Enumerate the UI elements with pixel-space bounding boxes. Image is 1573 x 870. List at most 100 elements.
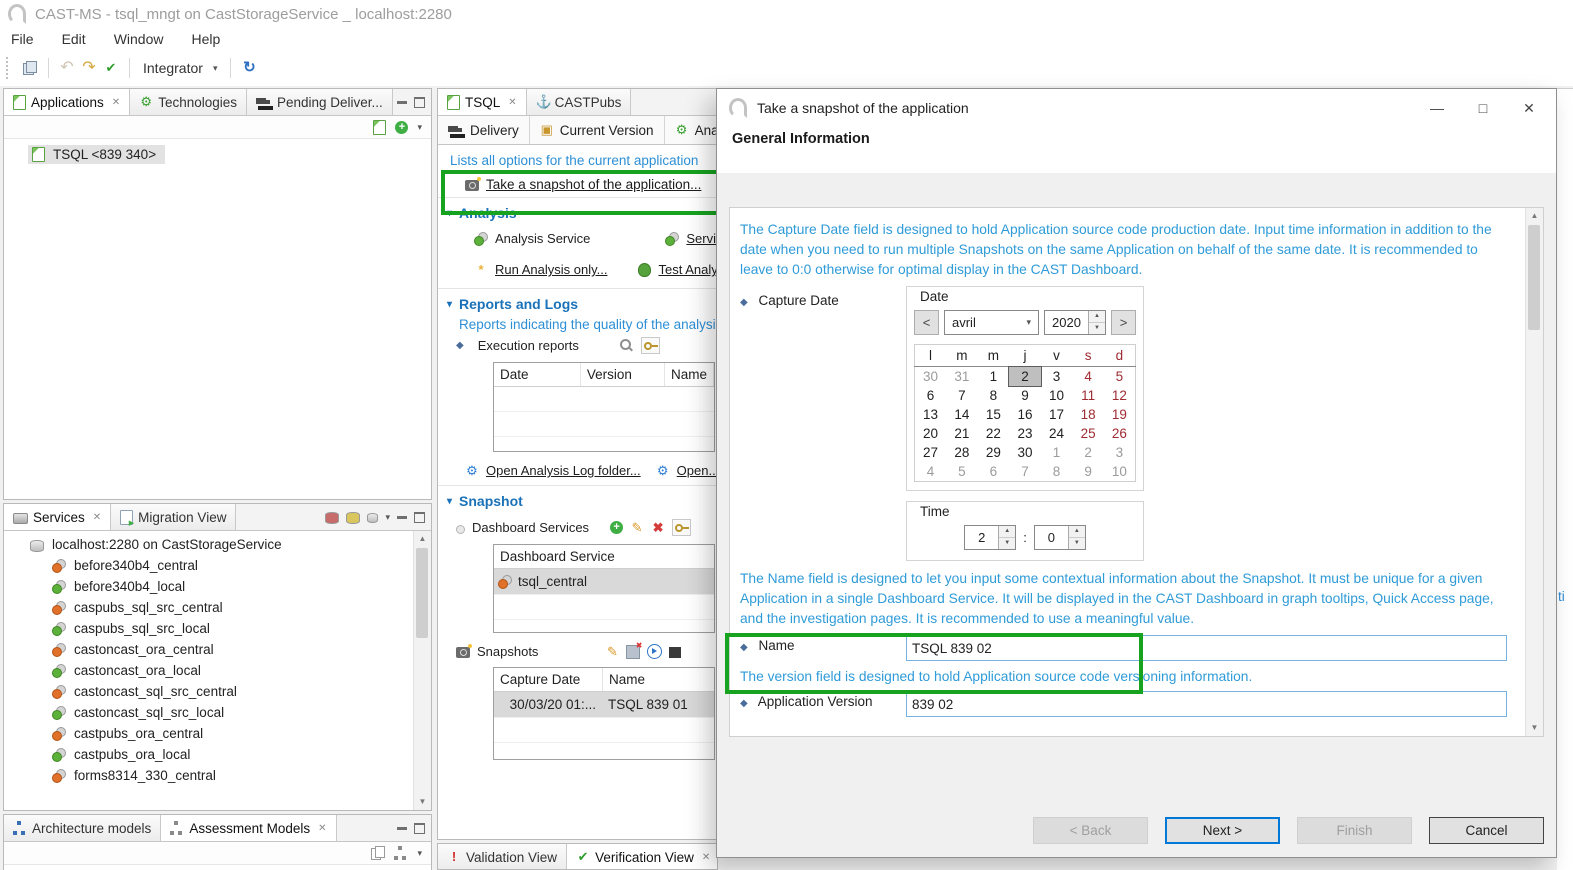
application-tree-item[interactable]: TSQL <839 340> bbox=[28, 145, 165, 164]
spin-down-icon[interactable]: ▼ bbox=[1089, 323, 1105, 334]
maximize-panel-icon[interactable] bbox=[414, 823, 425, 834]
calendar-day[interactable]: 21 bbox=[946, 424, 978, 443]
table-row[interactable] bbox=[494, 743, 714, 759]
close-tab-icon[interactable]: ✕ bbox=[318, 823, 326, 834]
table-row[interactable] bbox=[494, 595, 714, 620]
add-dashboard-icon[interactable] bbox=[610, 521, 623, 534]
table-row[interactable] bbox=[494, 437, 714, 451]
service-item[interactable]: castoncast_sql_src_central bbox=[4, 681, 414, 702]
menu-help[interactable]: Help bbox=[189, 31, 222, 47]
maximize-icon[interactable]: □ bbox=[1460, 89, 1506, 127]
delete-snapshot-icon[interactable] bbox=[626, 645, 640, 659]
upload-snapshot-icon[interactable] bbox=[669, 647, 681, 658]
view-menu-icon[interactable]: ▾ bbox=[385, 512, 390, 523]
service-item[interactable]: caspubs_sql_src_local bbox=[4, 618, 414, 639]
dialog-scrollbar[interactable]: ▲ ▼ bbox=[1525, 208, 1543, 736]
year-spinner[interactable]: 2020 ▲▼ bbox=[1044, 310, 1106, 335]
month-select[interactable]: avril ▾ bbox=[944, 310, 1039, 335]
col-name[interactable]: Name bbox=[665, 363, 714, 386]
calendar-day[interactable]: 6 bbox=[915, 386, 947, 405]
save-all-button[interactable] bbox=[19, 59, 41, 77]
calendar-day[interactable]: 23 bbox=[1009, 424, 1041, 443]
service-item[interactable]: before340b4_central bbox=[4, 555, 414, 576]
menu-edit[interactable]: Edit bbox=[60, 31, 88, 47]
key-icon[interactable] bbox=[641, 337, 660, 354]
calendar-day[interactable]: 2 bbox=[1072, 443, 1104, 462]
calendar-day[interactable]: 4 bbox=[1072, 367, 1104, 387]
minute-spinner[interactable]: 0 ▲▼ bbox=[1034, 525, 1086, 550]
calendar-day[interactable]: 8 bbox=[978, 386, 1010, 405]
table-row[interactable] bbox=[494, 718, 714, 743]
service-item[interactable]: castoncast_ora_central bbox=[4, 639, 414, 660]
delete-x-icon[interactable]: ✖ bbox=[651, 521, 665, 535]
add-icon[interactable] bbox=[395, 121, 408, 134]
calendar-day[interactable]: 14 bbox=[946, 405, 978, 424]
spinner-buttons[interactable]: ▲▼ bbox=[998, 526, 1015, 549]
calendar-day[interactable]: 18 bbox=[1072, 405, 1104, 424]
calendar-day[interactable]: 1 bbox=[978, 367, 1010, 387]
spin-up-icon[interactable]: ▲ bbox=[1089, 311, 1105, 323]
calendar-day[interactable]: 3 bbox=[1104, 443, 1136, 462]
reports-section-header[interactable]: ▾ Reports and Logs bbox=[438, 288, 717, 317]
undo-button[interactable]: ↶ bbox=[56, 59, 78, 77]
close-tab-icon[interactable]: ✕ bbox=[93, 512, 101, 523]
col-dashboard-service[interactable]: Dashboard Service bbox=[494, 545, 714, 568]
subtab-delivery[interactable]: Delivery bbox=[438, 116, 530, 144]
back-button[interactable]: < Back bbox=[1033, 817, 1148, 844]
col-capture-date[interactable]: Capture Date bbox=[494, 668, 603, 691]
calendar-day[interactable]: 13 bbox=[915, 405, 947, 424]
run-snapshot-icon[interactable] bbox=[647, 644, 662, 659]
calendar-day[interactable]: 27 bbox=[915, 443, 947, 462]
run-analysis-link[interactable]: Run Analysis only... bbox=[495, 262, 607, 277]
calendar-day[interactable]: 31 bbox=[946, 367, 978, 387]
hour-spinner[interactable]: 2 ▲▼ bbox=[964, 525, 1016, 550]
calendar-day[interactable]: 30 bbox=[1009, 443, 1041, 462]
service-item[interactable]: forms8314_330_central bbox=[4, 765, 414, 786]
calendar-grid[interactable]: lmmjvsd 30311234567891011121314151617181… bbox=[914, 344, 1136, 482]
calendar-day[interactable]: 6 bbox=[978, 462, 1010, 482]
edit-pencil-icon[interactable]: ✎ bbox=[630, 521, 644, 535]
calendar-day[interactable]: 20 bbox=[915, 424, 947, 443]
edit-pencil-icon[interactable]: ✎ bbox=[605, 645, 619, 659]
subtab-current-version[interactable]: ▣Current Version bbox=[530, 116, 665, 144]
service-item[interactable]: castpubs_ora_central bbox=[4, 723, 414, 744]
minimize-panel-icon[interactable] bbox=[397, 101, 407, 104]
spinner-buttons[interactable]: ▲▼ bbox=[1068, 526, 1085, 549]
application-version-input[interactable] bbox=[906, 691, 1507, 717]
service-item[interactable]: castoncast_ora_local bbox=[4, 660, 414, 681]
service-item[interactable]: castoncast_sql_src_local bbox=[4, 702, 414, 723]
service-item[interactable]: castpubs_ora_local bbox=[4, 744, 414, 765]
service-item[interactable]: caspubs_sql_src_central bbox=[4, 597, 414, 618]
calendar-day[interactable]: 10 bbox=[1041, 386, 1073, 405]
take-snapshot-link[interactable]: Take a snapshot of the application... bbox=[486, 177, 701, 192]
tab-architecture-models[interactable]: Architecture models bbox=[4, 815, 161, 841]
close-icon[interactable]: ✕ bbox=[1506, 89, 1552, 127]
calendar-day[interactable]: 22 bbox=[978, 424, 1010, 443]
refresh-button[interactable]: ↻ bbox=[238, 59, 260, 77]
col-date[interactable]: Date bbox=[494, 363, 581, 386]
close-tab-icon[interactable]: ✕ bbox=[508, 97, 516, 108]
open-other-log-link[interactable]: Open... bbox=[677, 463, 717, 478]
calendar-day[interactable]: 9 bbox=[1009, 386, 1041, 405]
calendar-day-selected[interactable]: 2 bbox=[1009, 367, 1041, 387]
calendar-day[interactable]: 30 bbox=[915, 367, 947, 387]
maximize-panel-icon[interactable] bbox=[414, 512, 425, 523]
spin-down-icon[interactable]: ▼ bbox=[1069, 538, 1085, 549]
measure-db-icon[interactable] bbox=[346, 512, 360, 524]
open-analysis-log-link[interactable]: Open Analysis Log folder... bbox=[486, 463, 641, 478]
scroll-down-icon[interactable]: ▼ bbox=[1526, 720, 1543, 736]
view-menu-icon[interactable]: ▾ bbox=[417, 122, 422, 133]
scroll-up-icon[interactable]: ▲ bbox=[414, 531, 431, 547]
close-tab-icon[interactable]: ✕ bbox=[702, 852, 710, 863]
analysis-section-header[interactable]: ▾ Analysis bbox=[438, 197, 717, 226]
tab-castpubs[interactable]: ⚓CASTPubs bbox=[527, 89, 632, 115]
spin-up-icon[interactable]: ▲ bbox=[1069, 526, 1085, 538]
menu-window[interactable]: Window bbox=[112, 31, 166, 47]
dashboard-service-row[interactable]: tsql_central bbox=[494, 569, 714, 595]
calendar-day[interactable]: 10 bbox=[1104, 462, 1136, 482]
snapshot-section-header[interactable]: ▾ Snapshot bbox=[438, 485, 717, 514]
tab-services[interactable]: Services✕ bbox=[4, 504, 111, 530]
scroll-up-icon[interactable]: ▲ bbox=[1526, 208, 1543, 224]
calendar-day[interactable]: 11 bbox=[1072, 386, 1104, 405]
finish-button[interactable]: Finish bbox=[1297, 817, 1412, 844]
